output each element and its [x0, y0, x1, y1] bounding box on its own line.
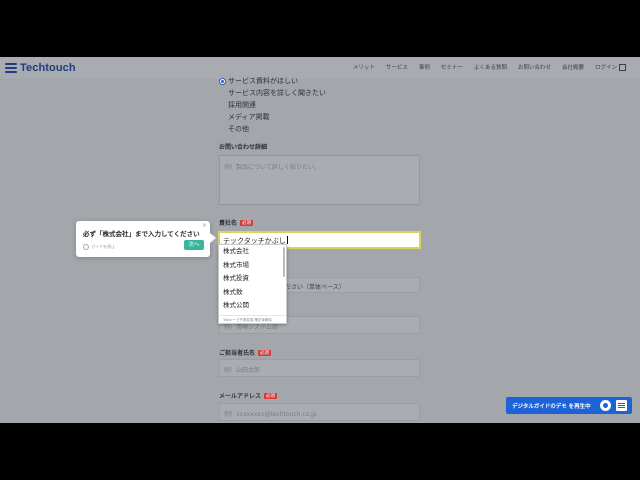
inquiry-detail-label: お問い合わせ詳細 — [219, 142, 267, 151]
contact-name-placeholder: 例）山田太郎 — [224, 367, 261, 374]
ime-candidate-list: 株式会社 株式市場 株式投資 株式数 株式公開 Tabキーで予測変換 確定後解除 — [218, 244, 287, 324]
radio-selected-icon — [219, 78, 226, 85]
nav-links: メリット サービス 事例 セミナー よくある質問 お問い合わせ 会社概要 ログイ… — [353, 63, 626, 71]
radio-label: その他 — [228, 125, 249, 133]
inquiry-type-radio-group: サービス資料がほしい サービス内容を詳しく聞きたい 採用関連 メディア掲載 その… — [219, 75, 326, 135]
ime-candidate[interactable]: 株式投資 — [219, 272, 286, 286]
company-name-label-text: 貴社名 — [219, 220, 238, 227]
radio-option-other[interactable]: その他 — [219, 123, 326, 135]
inquiry-detail-label-text: お問い合わせ詳細 — [219, 144, 268, 151]
ime-candidate[interactable]: 株式数 — [219, 286, 286, 300]
logo-text: Techtouch — [20, 62, 76, 74]
text-caret — [286, 236, 288, 244]
login-label: ログイン — [594, 65, 617, 71]
guide-list-icon[interactable] — [616, 400, 627, 411]
ime-candidate[interactable]: 株式公開 — [219, 299, 286, 313]
department-select-text: ださい（単体ベース） — [285, 284, 345, 291]
required-badge: 必須 — [258, 349, 272, 356]
required-badge: 必須 — [240, 219, 254, 226]
contact-name-label: ご担当者氏名 必須 — [219, 348, 272, 357]
next-button[interactable]: 次へ — [184, 240, 204, 250]
radio-label: 採用関連 — [228, 101, 256, 109]
nav-login-link[interactable]: ログイン — [595, 63, 626, 71]
ime-footer-hint: Tabキーで予測変換 確定後解除 — [219, 315, 286, 323]
radio-label: サービス内容を詳しく聞きたい — [228, 89, 326, 97]
nav-link-service[interactable]: サービス — [386, 63, 408, 71]
nav-link-faq[interactable]: よくある質問 — [474, 63, 507, 71]
radio-option-media[interactable]: メディア掲載 — [219, 111, 326, 123]
external-link-icon — [619, 63, 626, 71]
contact-name-input[interactable]: 例）山田太郎 — [219, 359, 420, 377]
nav-link-merit[interactable]: メリット — [353, 63, 375, 71]
logo-mark-icon — [5, 63, 17, 73]
nav-link-company[interactable]: 会社概要 — [562, 63, 584, 71]
email-placeholder: 例）xxxxxxxx@techtouch.co.jp — [224, 411, 317, 418]
radio-label: サービス資料がほしい — [228, 77, 298, 85]
stop-icon — [83, 244, 89, 250]
company-name-label: 貴社名 必須 — [219, 218, 254, 227]
stop-guide-link[interactable]: ガイドを停止 — [83, 244, 115, 250]
guide-message: 必ず「株式会社」まで入力してください — [83, 230, 200, 238]
inquiry-detail-placeholder: 例）製品について詳しく知りたい。 — [224, 164, 320, 171]
close-icon[interactable]: × — [202, 222, 207, 229]
playback-icon[interactable] — [600, 400, 611, 411]
nav-link-seminar[interactable]: セミナー — [441, 63, 463, 71]
ime-scrollbar[interactable] — [283, 247, 285, 277]
ime-candidate[interactable]: 株式会社 — [219, 245, 286, 259]
nav-link-cases[interactable]: 事例 — [419, 63, 430, 71]
digital-guide-demo-button[interactable]: デジタルガイドのデモ を再生中 — [506, 397, 632, 414]
demo-button-label: デジタルガイドのデモ を再生中 — [512, 404, 591, 410]
techtouch-logo[interactable]: Techtouch — [5, 60, 76, 76]
webpage-viewport: Techtouch メリット サービス 事例 セミナー よくある質問 お問い合わ… — [0, 57, 640, 423]
department-select[interactable]: ださい（単体ベース） — [282, 277, 420, 293]
stop-guide-label: ガイドを停止 — [91, 244, 115, 249]
email-label: メールアドレス 必須 — [219, 391, 278, 400]
required-badge: 必須 — [264, 392, 278, 399]
contact-name-label-text: ご担当者氏名 — [219, 350, 256, 357]
email-input[interactable]: 例）xxxxxxxx@techtouch.co.jp — [219, 403, 420, 421]
guide-tooltip: × 必ず「株式会社」まで入力してください ガイドを停止 次へ — [76, 221, 216, 257]
radio-option-recruit[interactable]: 採用関連 — [219, 99, 326, 111]
radio-option-materials[interactable]: サービス資料がほしい — [219, 75, 326, 87]
radio-label: メディア掲載 — [228, 113, 270, 121]
ime-candidate[interactable]: 株式市場 — [219, 259, 286, 273]
email-label-text: メールアドレス — [219, 393, 262, 400]
nav-link-contact[interactable]: お問い合わせ — [518, 63, 551, 71]
inquiry-detail-textarea[interactable]: 例）製品について詳しく知りたい。 — [219, 155, 420, 205]
radio-option-details[interactable]: サービス内容を詳しく聞きたい — [219, 87, 326, 99]
